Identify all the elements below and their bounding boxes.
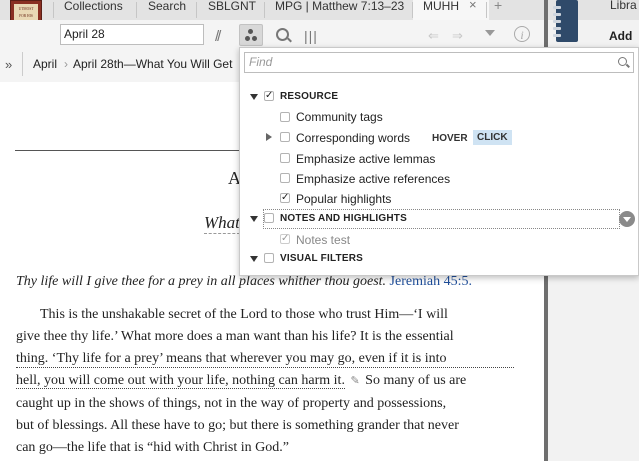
click-option-button[interactable]: CLICK xyxy=(473,130,512,145)
body-line: caught up in the shows of things, not in… xyxy=(16,396,447,411)
collapse-resource-icon[interactable] xyxy=(250,94,258,100)
section-title-visual-filters: VISUAL FILTERS xyxy=(280,253,363,264)
tab-collections[interactable]: Collections xyxy=(64,0,123,20)
breadcrumb-expand-icon[interactable]: » xyxy=(5,57,12,72)
tab-divider xyxy=(196,2,197,18)
body-line: but of blessings. All these have to go; … xyxy=(16,418,459,433)
notes-highlights-checkbox[interactable] xyxy=(264,213,274,223)
search-icon[interactable] xyxy=(276,28,289,41)
forward-arrow-icon[interactable]: ⇒ xyxy=(452,28,463,44)
key-verse-text: Thy life will I give thee for a prey in … xyxy=(16,274,387,289)
tab-divider xyxy=(486,2,487,18)
body-line: This is the unshakable secret of the Lor… xyxy=(40,307,448,322)
article-subheading: What xyxy=(204,213,240,234)
hover-option-button[interactable]: HOVER xyxy=(429,131,471,146)
tab-divider xyxy=(264,2,265,18)
search-icon xyxy=(618,57,627,66)
tab-library[interactable]: Libra xyxy=(610,0,637,12)
breadcrumb-separator: › xyxy=(64,57,68,71)
highlighted-text[interactable]: hell, you will come out with your life, … xyxy=(16,373,345,389)
back-arrow-icon[interactable]: ⇐ xyxy=(428,28,439,44)
add-tab-icon[interactable]: + xyxy=(494,0,502,13)
popular-highlights-label[interactable]: Popular highlights xyxy=(296,192,391,206)
corresponding-words-label[interactable]: Corresponding words xyxy=(296,131,410,145)
tab-search[interactable]: Search xyxy=(148,0,186,20)
notes-test-label[interactable]: Notes test xyxy=(296,233,350,247)
tab-mpg-matthew[interactable]: MPG | Matthew 7:13–23 xyxy=(275,0,404,20)
emphasize-references-checkbox[interactable] xyxy=(280,173,290,183)
notes-menu-chevron-icon[interactable] xyxy=(619,211,635,227)
section-title-notes: NOTES AND HIGHLIGHTS xyxy=(280,213,407,224)
notes-test-checkbox[interactable]: ✓ xyxy=(280,234,290,244)
tab-sblgnt[interactable]: SBLGNT xyxy=(208,0,256,20)
columns-icon[interactable]: ||| xyxy=(304,28,318,44)
body-line: can go—the life that is “hid with Christ… xyxy=(16,440,289,455)
find-input[interactable]: Find xyxy=(244,52,634,73)
body-line-tail: So many of us are xyxy=(365,373,467,388)
verse-reference-link[interactable]: Jeremiah 45:5. xyxy=(390,274,472,289)
tab-close-icon[interactable]: × xyxy=(469,0,477,12)
cover-lettering-1: UTMOST xyxy=(18,7,34,11)
community-tags-checkbox[interactable] xyxy=(280,112,290,122)
filter-dot-icon xyxy=(245,36,250,41)
emphasize-references-label[interactable]: Emphasize active references xyxy=(296,172,450,186)
filter-dot-icon xyxy=(248,29,253,34)
cover-lettering-2: FOR HIS xyxy=(19,14,33,18)
breadcrumb-item-april[interactable]: April xyxy=(33,57,57,71)
reference-input[interactable]: April 28 xyxy=(60,24,204,45)
popular-highlights-checkbox[interactable]: ✓ xyxy=(280,193,290,203)
collapse-notes-icon[interactable] xyxy=(250,216,258,222)
highlighted-line[interactable]: thing. ‘Thy life for a prey’ means that … xyxy=(16,351,514,368)
note-pencil-icon[interactable]: ✎ xyxy=(350,375,359,387)
collapse-visual-filters-icon[interactable] xyxy=(250,256,258,262)
corresponding-words-checkbox[interactable] xyxy=(280,132,290,142)
community-tags-label[interactable]: Community tags xyxy=(296,110,383,124)
filter-dot-icon xyxy=(252,36,257,41)
visual-filters-checkbox[interactable] xyxy=(264,253,274,263)
tab-divider xyxy=(136,2,137,18)
parallel-resources-icon[interactable]: // xyxy=(215,28,222,45)
expand-corresponding-words-icon[interactable] xyxy=(266,133,272,141)
notebook-icon[interactable] xyxy=(553,0,578,42)
visual-filters-button[interactable] xyxy=(239,24,263,46)
emphasize-lemmas-label[interactable]: Emphasize active lemmas xyxy=(296,152,435,166)
body-line: give thee thy life.’ What more does a ma… xyxy=(16,329,454,344)
key-verse: Thy life will I give thee for a prey in … xyxy=(16,274,472,290)
tab-muhh[interactable]: MUHH xyxy=(413,0,489,20)
history-dropdown-icon[interactable] xyxy=(485,30,495,36)
info-icon[interactable]: i xyxy=(514,26,530,42)
body-line: hell, you will come out with your life, … xyxy=(16,373,466,389)
breadcrumb-divider xyxy=(22,52,23,76)
resource-checkbox[interactable]: ✓ xyxy=(264,91,274,101)
section-title-resource: RESOURCE xyxy=(280,91,339,102)
emphasize-lemmas-checkbox[interactable] xyxy=(280,153,290,163)
breadcrumb-item-april-28[interactable]: April 28th—What You Will Get xyxy=(73,57,232,71)
tab-divider xyxy=(53,2,54,18)
